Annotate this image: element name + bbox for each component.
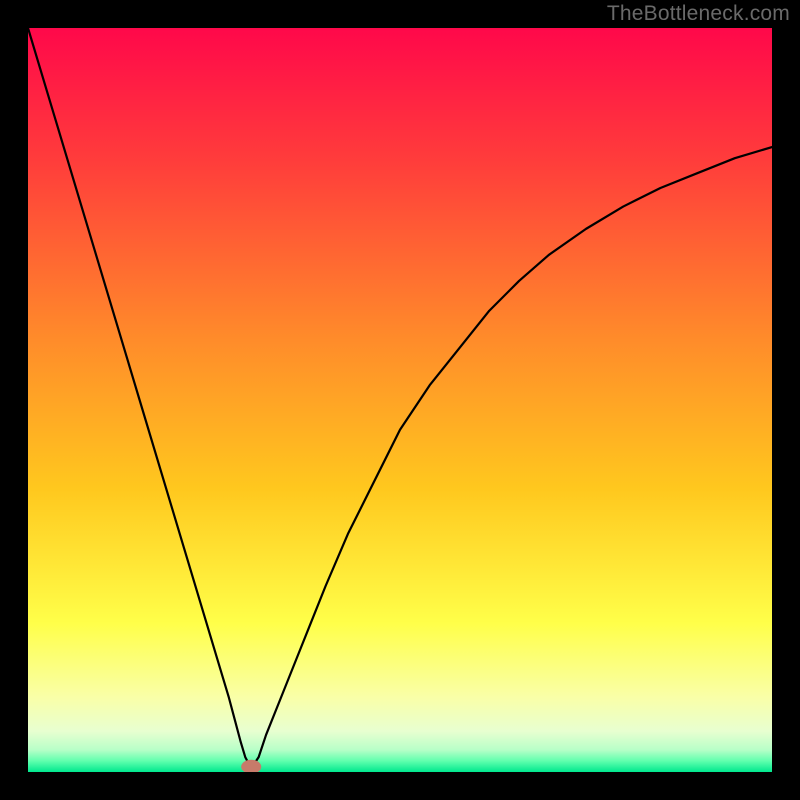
watermark-text: TheBottleneck.com <box>607 2 790 26</box>
plot-area <box>28 28 772 772</box>
chart-frame: TheBottleneck.com <box>0 0 800 800</box>
chart-svg <box>28 28 772 772</box>
